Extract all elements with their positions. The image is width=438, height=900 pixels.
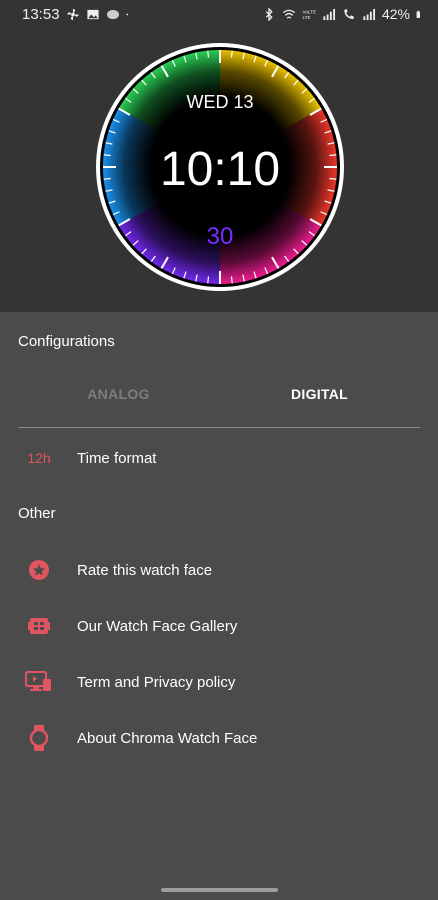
about-label: About Chroma Watch Face <box>77 729 258 747</box>
volte-icon: VoLTELTE <box>302 9 316 20</box>
wifi-icon <box>283 9 295 19</box>
call-icon <box>344 8 354 19</box>
privacy-policy-label: Term and Privacy policy <box>77 673 236 691</box>
time-format-row[interactable]: 12h Time format <box>0 434 438 482</box>
watch-tick <box>103 154 111 157</box>
gesture-nav-handle[interactable] <box>161 888 278 892</box>
screen-policy-icon <box>22 667 56 697</box>
status-time: 13:53 <box>22 6 60 23</box>
watch-tick <box>207 50 210 58</box>
battery-icon <box>416 10 420 18</box>
watch-tick <box>230 276 233 284</box>
tab-digital[interactable]: DIGITAL <box>219 376 420 412</box>
watch-date: WED 13 <box>186 92 253 112</box>
gallery-label: Our Watch Face Gallery <box>77 617 238 635</box>
other-heading: Other <box>18 505 56 522</box>
style-tabs: ANALOG DIGITAL <box>18 376 420 428</box>
time-format-label: Time format <box>77 449 157 467</box>
watch-tick <box>207 276 210 284</box>
svg-text:LTE: LTE <box>302 15 310 20</box>
bluetooth-icon <box>265 7 273 21</box>
tab-analog[interactable]: ANALOG <box>18 376 219 412</box>
meeting-icon <box>106 9 119 20</box>
time-format-icon: 12h <box>27 450 51 466</box>
gallery-icon <box>22 611 56 641</box>
star-circle-icon <box>22 555 56 585</box>
watch-face-preview[interactable]: WED 13 10:10 30 <box>95 42 345 292</box>
about-row[interactable]: About Chroma Watch Face <box>0 714 438 762</box>
settings-panel: Configurations ANALOG DIGITAL 12h Time f… <box>0 312 438 900</box>
status-bar-left: 13:53 <box>22 6 132 23</box>
dot-icon <box>125 13 128 16</box>
watch-time: 10:10 <box>160 143 280 196</box>
watch-icon <box>22 723 56 753</box>
tab-divider <box>18 427 420 428</box>
battery-percent: 42% <box>381 6 410 22</box>
configurations-heading: Configurations <box>18 333 115 350</box>
svg-text:VoLTE: VoLTE <box>302 9 316 14</box>
rate-watch-face-row[interactable]: Rate this watch face <box>0 546 438 594</box>
signal-icon <box>323 8 336 20</box>
watch-seconds: 30 <box>207 223 234 250</box>
watch-tick <box>103 177 111 180</box>
image-icon <box>86 9 99 20</box>
watch-tick <box>329 177 337 180</box>
fan-icon <box>66 8 79 21</box>
status-bar: 13:53 VoLTE LTE 42% <box>0 0 438 30</box>
signal-icon <box>363 8 376 20</box>
gallery-row[interactable]: Our Watch Face Gallery <box>0 602 438 650</box>
watch-preview-area: WED 13 10:10 30 <box>0 30 438 312</box>
status-bar-right: VoLTE LTE 42% <box>262 6 424 22</box>
rate-watch-face-label: Rate this watch face <box>77 561 213 579</box>
privacy-policy-row[interactable]: Term and Privacy policy <box>0 658 438 706</box>
watch-tick <box>230 50 233 58</box>
watch-tick <box>329 154 337 157</box>
